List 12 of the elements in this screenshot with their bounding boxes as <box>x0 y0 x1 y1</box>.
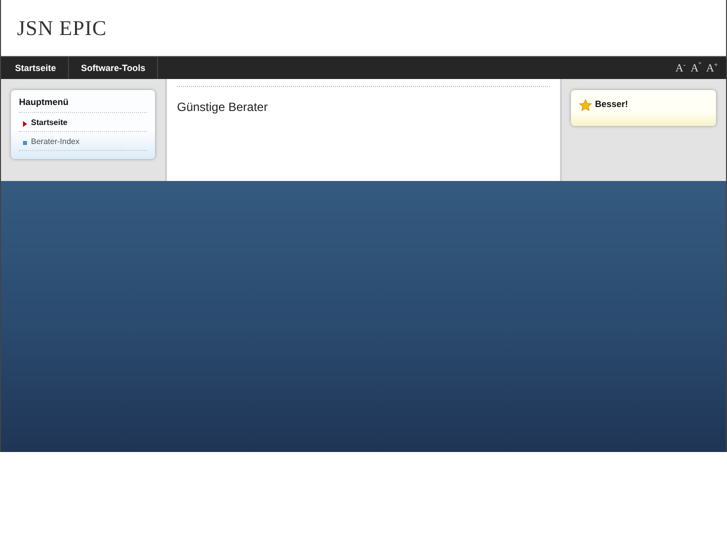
content-heading: Günstige Berater <box>177 100 269 114</box>
arrow-icon <box>23 121 27 127</box>
module-title: Besser! <box>595 99 628 109</box>
square-icon <box>23 140 27 144</box>
font-size-button[interactable]: A$^{+}$ <box>706 61 718 75</box>
font-size-button[interactable]: A$^{-}$ <box>675 61 686 75</box>
site-logo: JSN EPIC <box>17 16 107 40</box>
star-icon <box>579 99 592 112</box>
font-size-button[interactable]: A$^{''}$ <box>690 61 702 75</box>
menu-item[interactable]: Startseite <box>19 113 147 132</box>
menu-title: Hauptmenü <box>19 97 147 113</box>
menu-item[interactable]: Berater-Index <box>19 132 147 151</box>
